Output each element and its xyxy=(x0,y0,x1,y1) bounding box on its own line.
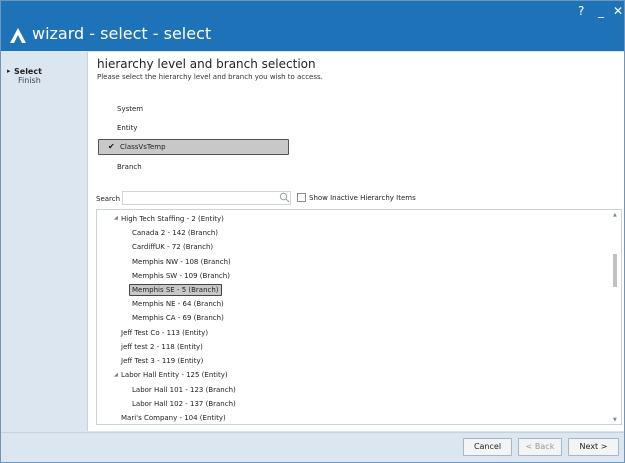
tree-node-branch[interactable]: Memphis CA - 69 (Branch) xyxy=(132,312,224,324)
tree-node-branch[interactable]: Canada 2 - 142 (Branch) xyxy=(132,227,218,239)
expand-triangle-icon[interactable]: ◢ xyxy=(114,215,118,221)
back-button[interactable]: < Back xyxy=(518,438,562,456)
wizard-footer: Cancel < Back Next > xyxy=(1,432,624,462)
level-option-system[interactable]: System xyxy=(117,105,143,113)
tree-node-entity[interactable]: Jeff Test 3 - 119 (Entity) xyxy=(121,355,203,367)
scroll-down-icon[interactable]: ▼ xyxy=(613,417,617,423)
title-bar: wizard - select - select ? _ ✕ xyxy=(1,1,624,51)
wizard-window: wizard - select - select ? _ ✕ Select Fi… xyxy=(0,0,625,463)
close-icon[interactable]: ✕ xyxy=(613,4,623,18)
cancel-button[interactable]: Cancel xyxy=(463,438,512,456)
next-button[interactable]: Next > xyxy=(568,438,619,456)
tree-node-entity[interactable]: Jeff Test Co - 113 (Entity) xyxy=(121,327,208,339)
tree-node-entity[interactable]: High Tech Staffing - 2 (Entity) xyxy=(121,213,224,225)
step-select: Select xyxy=(7,67,42,76)
level-option-entity[interactable]: Entity xyxy=(117,124,137,132)
level-option-label: ClassVsTemp xyxy=(120,143,166,151)
tree-node-entity[interactable]: jeff test 2 - 118 (Entity) xyxy=(121,341,203,353)
page-title: hierarchy level and branch selection xyxy=(97,57,316,71)
tree-node-branch-selected[interactable]: Memphis SE - 5 (Branch) xyxy=(129,284,222,296)
tree-node-entity[interactable]: Mari's Company - 104 (Entity) xyxy=(121,412,226,424)
tree-scrollbar[interactable]: ▲ ▼ xyxy=(611,210,620,424)
help-icon[interactable]: ? xyxy=(578,4,584,18)
window-title: wizard - select - select xyxy=(32,24,212,43)
level-option-branch[interactable]: Branch xyxy=(117,163,142,171)
tree-node-entity[interactable]: Labor Hall Entity - 125 (Entity) xyxy=(121,369,228,381)
wizard-steps-sidebar: Select Finish xyxy=(1,52,88,431)
minimize-icon[interactable]: _ xyxy=(598,4,604,18)
scroll-up-icon[interactable]: ▲ xyxy=(613,212,617,218)
search-input[interactable] xyxy=(122,191,291,205)
tree-node-branch[interactable]: Memphis NW - 108 (Branch) xyxy=(132,256,231,268)
scrollbar-thumb[interactable] xyxy=(613,254,617,287)
tree-node-branch[interactable]: Memphis SW - 109 (Branch) xyxy=(132,270,230,282)
show-inactive-checkbox[interactable] xyxy=(297,193,306,202)
search-icon[interactable] xyxy=(279,192,290,203)
tree-node-branch[interactable]: Labor Hall 102 - 137 (Branch) xyxy=(132,398,236,410)
main-panel: hierarchy level and branch selection Ple… xyxy=(88,52,624,431)
hierarchy-tree[interactable]: ◢ High Tech Staffing - 2 (Entity) Canada… xyxy=(96,209,622,425)
show-inactive-label[interactable]: Show Inactive Hierarchy Items xyxy=(309,194,416,202)
search-label: Search xyxy=(96,195,121,203)
step-finish: Finish xyxy=(18,76,41,85)
expand-triangle-icon[interactable]: ◢ xyxy=(114,372,118,378)
app-logo-icon xyxy=(10,28,26,43)
level-option-classvstemp[interactable]: ✔ ClassVsTemp xyxy=(98,139,289,155)
checkmark-icon: ✔ xyxy=(108,142,115,151)
tree-node-branch[interactable]: Labor Hall 101 - 123 (Branch) xyxy=(132,384,236,396)
tree-node-branch[interactable]: CardiffUK - 72 (Branch) xyxy=(132,241,213,253)
tree-node-branch[interactable]: Memphis NE - 64 (Branch) xyxy=(132,298,224,310)
page-subtitle: Please select the hierarchy level and br… xyxy=(97,73,323,81)
